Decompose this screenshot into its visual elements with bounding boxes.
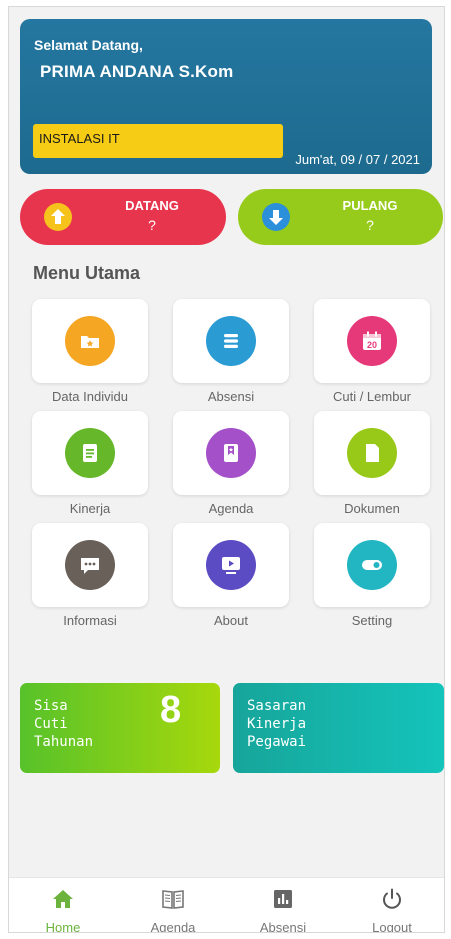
menu-label: Informasi <box>63 613 117 628</box>
sisa-cuti-card[interactable]: Sisa Cuti Tahunan 8 <box>20 683 220 773</box>
menu-dokumen[interactable]: Dokumen <box>314 411 430 521</box>
menu-about[interactable]: About <box>173 523 289 633</box>
chat-icon <box>65 540 115 590</box>
app-screen: Selamat Datang, PRIMA ANDANA S.Kom INSTA… <box>8 6 445 933</box>
menu-card <box>32 411 148 495</box>
menu-setting[interactable]: Setting <box>314 523 430 633</box>
sisa-cuti-value: 8 <box>160 689 182 731</box>
menu-card <box>314 523 430 607</box>
power-icon <box>380 887 404 911</box>
menu-cuti-lembur[interactable]: 20 Cuti / Lembur <box>314 299 430 409</box>
sisa-cuti-line3: Tahunan <box>34 734 94 750</box>
menu-label: Data Individu <box>52 389 128 404</box>
nav-logout-label: Logout <box>372 920 412 933</box>
sasaran-line3: Pegawai <box>247 734 307 750</box>
datang-status: ? <box>148 217 156 233</box>
arrow-up-icon <box>44 203 72 231</box>
menu-label: Dokumen <box>344 501 400 516</box>
menu-card <box>173 523 289 607</box>
sasaran-kinerja-label: Sasaran Kinerja Pegawai <box>247 697 357 751</box>
calendar-icon: 20 <box>347 316 397 366</box>
calendar-icon-text: 20 <box>367 340 377 350</box>
nav-home-label: Home <box>45 920 81 933</box>
pulang-button[interactable]: PULANG ? <box>238 189 443 245</box>
menu-card <box>314 411 430 495</box>
sasaran-kinerja-card[interactable]: Sasaran Kinerja Pegawai <box>233 683 444 773</box>
sisa-cuti-line2: Cuti <box>34 716 68 732</box>
toggle-icon <box>347 540 397 590</box>
menu-label: Cuti / Lembur <box>332 389 412 404</box>
sasaran-line2: Kinerja <box>247 716 307 732</box>
nav-agenda-label: Agenda <box>150 920 196 933</box>
play-icon <box>206 540 256 590</box>
menu-card <box>32 299 148 383</box>
menu-label: Agenda <box>208 501 254 516</box>
datang-button[interactable]: DATANG ? <box>20 189 226 245</box>
star-folder-icon <box>65 316 115 366</box>
datang-label: DATANG <box>125 198 179 213</box>
bottom-nav: Home Agenda Absensi Logout <box>9 877 444 933</box>
menu-card <box>173 411 289 495</box>
sisa-cuti-line1: Sisa <box>34 698 68 714</box>
nav-home[interactable]: Home <box>13 878 113 933</box>
menu-label: Kinerja <box>69 501 111 516</box>
menu-agenda[interactable]: Agenda <box>173 411 289 521</box>
pulang-status: ? <box>366 217 374 233</box>
file-icon <box>347 428 397 478</box>
pulang-label: PULANG <box>342 198 398 213</box>
bar-chart-icon <box>271 887 295 911</box>
document-icon <box>65 428 115 478</box>
nav-agenda[interactable]: Agenda <box>123 878 223 933</box>
header-card: Selamat Datang, PRIMA ANDANA S.Kom INSTA… <box>20 19 432 174</box>
menu-title: Menu Utama <box>33 263 141 283</box>
home-icon <box>51 887 75 911</box>
arrow-down-icon <box>262 203 290 231</box>
sisa-cuti-label: Sisa Cuti Tahunan <box>34 697 124 751</box>
book-icon <box>161 887 185 911</box>
date-text: Jum'at, 09 / 07 / 2021 <box>295 152 420 167</box>
menu-card: 20 <box>314 299 430 383</box>
menu-card <box>32 523 148 607</box>
nav-absensi-label: Absensi <box>259 920 307 933</box>
username: PRIMA ANDANA S.Kom <box>40 62 234 81</box>
menu-informasi[interactable]: Informasi <box>32 523 148 633</box>
welcome-text: Selamat Datang, <box>34 37 143 53</box>
list-icon <box>206 316 256 366</box>
menu-label: Setting <box>351 613 393 628</box>
bookmark-icon <box>206 428 256 478</box>
menu-kinerja[interactable]: Kinerja <box>32 411 148 521</box>
menu-card <box>173 299 289 383</box>
menu-label: Absensi <box>207 389 255 404</box>
unit-badge: INSTALASI IT <box>33 124 283 158</box>
menu-data-individu[interactable]: Data Individu <box>32 299 148 409</box>
nav-absensi[interactable]: Absensi <box>233 878 333 933</box>
menu-label: About <box>214 613 248 628</box>
nav-logout[interactable]: Logout <box>342 878 442 933</box>
menu-absensi[interactable]: Absensi <box>173 299 289 409</box>
sasaran-line1: Sasaran <box>247 698 307 714</box>
